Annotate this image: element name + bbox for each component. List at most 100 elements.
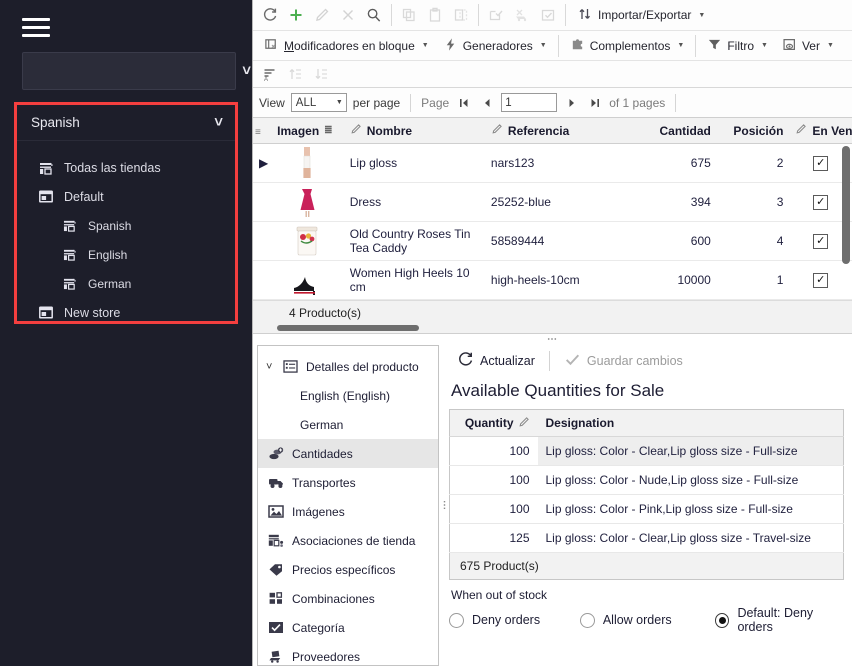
splitter-grip: ⋯ bbox=[438, 500, 450, 512]
horizontal-splitter[interactable]: ⋯ bbox=[253, 333, 852, 346]
hamburger-icon[interactable] bbox=[22, 12, 52, 42]
detail-tree-item-imagenes[interactable]: Imágenes bbox=[258, 497, 438, 526]
cell-quantity[interactable]: 100 bbox=[449, 436, 538, 467]
checkbox-checked-icon[interactable]: ✓ bbox=[813, 273, 829, 289]
horizontal-scrollbar[interactable] bbox=[253, 324, 852, 334]
column-header-posicion[interactable]: Posición bbox=[716, 117, 790, 145]
table-row[interactable]: Dress 25252-blue 394 3 ✓ bbox=[253, 182, 852, 223]
sort-alpha-icon[interactable]: A bbox=[257, 61, 283, 87]
detail-tree-item-precios-especificos[interactable]: Precios específicos bbox=[258, 555, 438, 584]
store-search-input[interactable]: ˅ bbox=[22, 52, 251, 90]
table-row[interactable]: 100 Lip gloss: Color - Pink,Lip gloss si… bbox=[449, 494, 844, 525]
detail-tree-root[interactable]: ˅ Detalles del producto bbox=[258, 352, 438, 381]
delete-x-icon[interactable] bbox=[335, 2, 361, 28]
view-menu[interactable]: Ver ▼ bbox=[775, 33, 841, 58]
vertical-scrollbar[interactable] bbox=[842, 145, 850, 264]
tree-item-english[interactable]: English bbox=[17, 240, 235, 269]
refresh-button[interactable]: Actualizar bbox=[449, 348, 543, 374]
select-all-icon[interactable] bbox=[483, 2, 509, 28]
add-icon[interactable] bbox=[283, 2, 309, 28]
duplicate-icon[interactable] bbox=[448, 2, 474, 28]
chevron-down-icon[interactable]: ˅ bbox=[214, 114, 223, 131]
column-header-designation[interactable]: Designation bbox=[537, 409, 844, 438]
row-expander-icon[interactable]: ▶ bbox=[253, 143, 272, 184]
chevron-down-icon[interactable]: ˅ bbox=[242, 63, 251, 80]
language-dropdown-header[interactable]: Spanish ˅ bbox=[17, 105, 235, 141]
column-header-referencia[interactable]: Referencia bbox=[484, 117, 627, 145]
detail-tree-item-cantidades[interactable]: Cantidades bbox=[258, 439, 438, 469]
radio-default-deny-orders[interactable]: Default: Deny orders bbox=[715, 606, 844, 634]
cell-cantidad: 10000 bbox=[626, 260, 717, 301]
paste-icon[interactable] bbox=[422, 2, 448, 28]
row-expander-icon[interactable] bbox=[253, 182, 272, 223]
column-header-nombre[interactable]: Nombre bbox=[343, 117, 485, 145]
checkbox-checked-icon[interactable]: ✓ bbox=[813, 195, 829, 211]
detail-tree-item-transportes[interactable]: Transportes bbox=[258, 468, 438, 497]
column-label: Imagen bbox=[277, 123, 320, 138]
import-export-button[interactable]: Importar/Exportar ▼ bbox=[570, 3, 712, 28]
tree-item-new-store[interactable]: New store bbox=[17, 298, 235, 327]
checkbox-checked-icon[interactable]: ✓ bbox=[813, 156, 829, 172]
splitter-grip: ⋯ bbox=[547, 333, 558, 345]
scrollbar-thumb[interactable] bbox=[277, 325, 419, 332]
search-icon[interactable] bbox=[361, 2, 387, 28]
vertical-splitter[interactable]: ⋯ bbox=[438, 345, 450, 666]
detail-tree-item-combinaciones[interactable]: Combinaciones bbox=[258, 584, 438, 613]
detail-tree-item-proveedores[interactable]: Proveedores bbox=[258, 642, 438, 665]
radio-deny-orders[interactable]: Deny orders bbox=[449, 612, 580, 628]
row-expander-icon[interactable] bbox=[253, 221, 272, 262]
column-header-imagen[interactable]: Imagen ≣ bbox=[271, 117, 344, 145]
tree-item-default[interactable]: Default bbox=[17, 182, 235, 211]
addons-menu[interactable]: Complementos ▼ bbox=[563, 33, 692, 58]
column-header-en-venta[interactable]: En Venta bbox=[789, 117, 852, 145]
tree-item-german[interactable]: German bbox=[17, 269, 235, 298]
sort-asc-icon[interactable] bbox=[283, 61, 309, 87]
last-page-icon[interactable] bbox=[586, 94, 603, 112]
detail-tree-item-german[interactable]: German bbox=[258, 410, 438, 439]
check-list-icon[interactable] bbox=[535, 2, 561, 28]
filter-menu[interactable]: Filtro ▼ bbox=[700, 33, 775, 58]
cell-quantity[interactable]: 100 bbox=[449, 465, 538, 496]
prev-page-icon[interactable] bbox=[478, 94, 495, 112]
copy-icon[interactable] bbox=[396, 2, 422, 28]
column-header-quantity[interactable]: Quantity bbox=[449, 409, 538, 438]
first-page-icon[interactable] bbox=[455, 94, 472, 112]
tree-item-all-stores[interactable]: Todas las tiendas bbox=[17, 153, 235, 182]
save-changes-button[interactable]: Guardar cambios bbox=[556, 348, 691, 374]
per-page-select[interactable]: ALL ▼ bbox=[290, 93, 347, 113]
tree-item-spanish[interactable]: Spanish bbox=[17, 211, 235, 240]
row-expander-icon[interactable] bbox=[253, 260, 272, 301]
pagination-bar: View ALL ▼ per page Page 1 of 1 pages bbox=[253, 88, 852, 118]
chevron-down-icon[interactable]: ˅ bbox=[266, 361, 280, 373]
next-page-icon[interactable] bbox=[563, 94, 580, 112]
puzzle-icon bbox=[570, 37, 585, 55]
radio-indicator-selected[interactable] bbox=[715, 612, 730, 628]
column-header-cantidad[interactable]: Cantidad bbox=[626, 117, 717, 145]
bulk-modifiers-menu[interactable]: MModificadores en bloqueodificadores en … bbox=[257, 33, 436, 58]
radio-allow-orders[interactable]: Allow orders bbox=[579, 612, 716, 628]
deselect-icon[interactable] bbox=[509, 2, 535, 28]
cell-quantity[interactable]: 100 bbox=[449, 494, 538, 525]
page-number-input[interactable]: 1 bbox=[501, 93, 558, 113]
table-row[interactable]: 125 Lip gloss: Color - Clear,Lip gloss s… bbox=[449, 523, 844, 554]
row-menu-header[interactable]: ≡ bbox=[253, 117, 272, 145]
detail-tree-item-categoria[interactable]: Categoría bbox=[258, 613, 438, 642]
cell-quantity[interactable]: 125 bbox=[449, 523, 538, 554]
table-row[interactable]: Old Country Roses Tin Tea Caddy 58589444… bbox=[253, 221, 852, 262]
details-list-icon bbox=[280, 360, 300, 373]
table-row[interactable]: 100 Lip gloss: Color - Nude,Lip gloss si… bbox=[449, 465, 844, 496]
checkbox-checked-icon[interactable]: ✓ bbox=[813, 234, 829, 250]
cell-en-venta[interactable]: ✓ bbox=[789, 260, 852, 301]
detail-tree-item-english[interactable]: English (English) bbox=[258, 381, 438, 410]
radio-indicator[interactable] bbox=[579, 612, 595, 628]
generators-menu[interactable]: Generadores ▼ bbox=[436, 33, 554, 58]
refresh-icon[interactable] bbox=[257, 2, 283, 28]
table-row[interactable]: 100 Lip gloss: Color - Clear,Lip gloss s… bbox=[449, 436, 844, 467]
radio-indicator[interactable] bbox=[449, 612, 464, 628]
cell-cantidad: 600 bbox=[626, 221, 717, 262]
edit-pencil-icon[interactable] bbox=[309, 2, 335, 28]
sort-desc-icon[interactable] bbox=[309, 61, 335, 87]
table-row[interactable]: ▶ Lip gloss nars123 675 2 ✓ bbox=[253, 143, 852, 184]
table-row[interactable]: Women High Heels 10 cm high-heels-10cm 1… bbox=[253, 260, 852, 301]
detail-tree-item-asociaciones-tienda[interactable]: Asociaciones de tienda bbox=[258, 526, 438, 555]
